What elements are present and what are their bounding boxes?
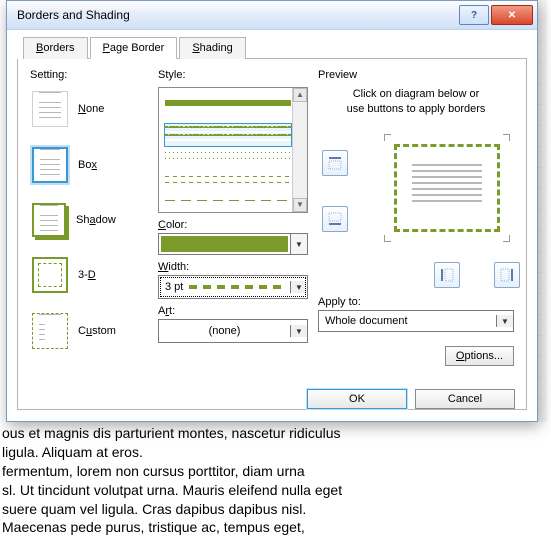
- border-top-button[interactable]: [322, 150, 348, 176]
- titlebar: Borders and Shading ? ✕: [7, 1, 537, 30]
- options-button[interactable]: Options...: [445, 346, 514, 366]
- preview-diagram: [318, 132, 514, 292]
- width-dropdown-button[interactable]: ▼: [290, 281, 307, 293]
- color-dropdown-button[interactable]: ▼: [290, 234, 307, 254]
- apply-to-dropdown-button[interactable]: ▼: [496, 315, 513, 327]
- ok-button[interactable]: OK: [307, 389, 407, 409]
- art-dropdown-button[interactable]: ▼: [290, 325, 307, 337]
- style-option-dash-med[interactable]: [165, 176, 291, 194]
- art-value: (none): [159, 325, 290, 337]
- style-option-dots[interactable]: [165, 152, 291, 170]
- setting-shadow[interactable]: Shadow: [30, 199, 148, 241]
- tab-shading[interactable]: Shading: [179, 37, 245, 59]
- width-label: Width:: [158, 261, 308, 273]
- color-picker[interactable]: ▼: [158, 233, 308, 255]
- tab-strip: Borders Page Border Shading: [23, 36, 527, 59]
- apply-to-label: Apply to:: [318, 296, 514, 308]
- borders-shading-dialog: Borders and Shading ? ✕ Borders Page Bor…: [6, 0, 538, 422]
- style-label: Style:: [158, 69, 308, 81]
- preview-hint: Click on diagram below or use buttons to…: [318, 87, 514, 118]
- width-value: 3 pt: [159, 281, 189, 293]
- art-label: Art:: [158, 305, 308, 317]
- none-icon: [32, 91, 68, 127]
- tab-borders[interactable]: Borders: [23, 37, 88, 59]
- style-listbox[interactable]: [158, 87, 308, 213]
- style-option-dash-long[interactable]: [165, 200, 291, 213]
- setting-label: Setting:: [30, 69, 148, 81]
- color-label: Color:: [158, 219, 308, 231]
- border-left-button[interactable]: [434, 262, 460, 288]
- shadow-icon: [32, 203, 66, 237]
- apply-to-select[interactable]: Whole document ▼: [318, 310, 514, 332]
- setting-3d[interactable]: 3-D: [30, 253, 148, 297]
- help-button[interactable]: ?: [459, 5, 489, 25]
- preview-label: Preview: [318, 69, 514, 81]
- style-option-dash-fine[interactable]: [165, 124, 291, 146]
- setting-custom[interactable]: Custom: [30, 309, 148, 353]
- art-picker[interactable]: (none) ▼: [158, 319, 308, 343]
- close-button[interactable]: ✕: [491, 5, 533, 25]
- style-scrollbar[interactable]: [292, 88, 307, 212]
- page-preview[interactable]: [388, 138, 506, 238]
- box-icon: [32, 147, 68, 183]
- cancel-button[interactable]: Cancel: [415, 389, 515, 409]
- setting-box[interactable]: Box: [30, 143, 148, 187]
- setting-none[interactable]: None: [30, 87, 148, 131]
- document-body-text: ous et magnis dis parturient montes, nas…: [0, 422, 551, 539]
- tab-page-border[interactable]: Page Border: [90, 37, 178, 59]
- color-preview: [161, 236, 288, 252]
- width-picker[interactable]: 3 pt ▼: [158, 275, 308, 299]
- border-bottom-button[interactable]: [322, 206, 348, 232]
- width-sample: [189, 285, 286, 289]
- three-d-icon: [32, 257, 68, 293]
- border-right-button[interactable]: [494, 262, 520, 288]
- apply-to-value: Whole document: [319, 315, 496, 327]
- style-option-solid[interactable]: [165, 100, 291, 118]
- dialog-title: Borders and Shading: [17, 8, 457, 22]
- custom-icon: [32, 313, 68, 349]
